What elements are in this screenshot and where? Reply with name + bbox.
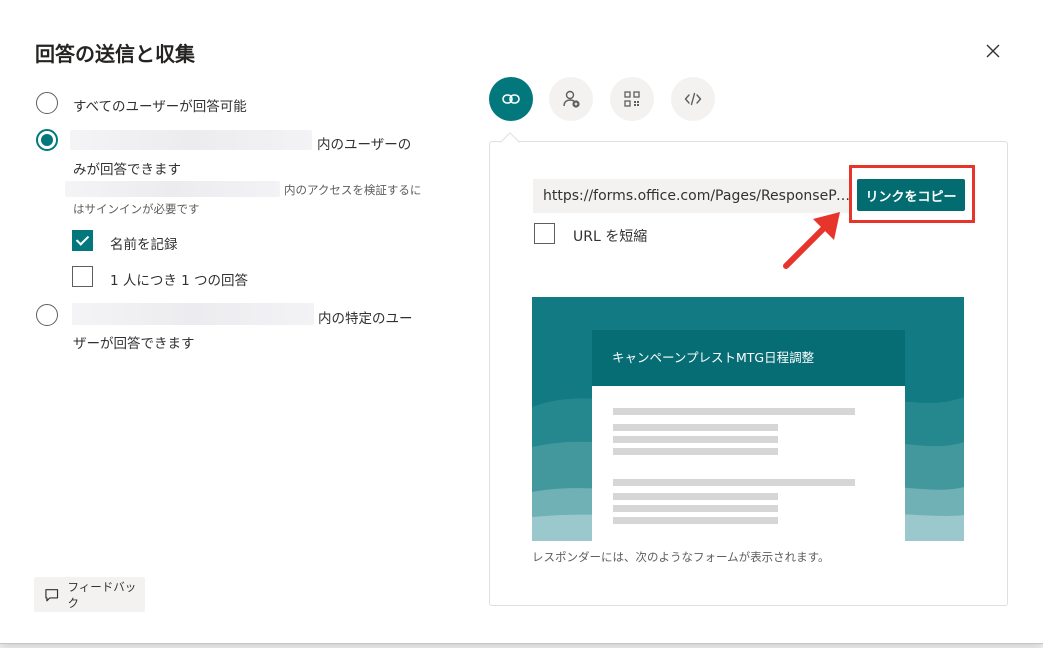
close-icon: [986, 44, 1000, 58]
preview-line: [613, 517, 778, 524]
radio-anyone[interactable]: [36, 92, 58, 114]
copy-link-button[interactable]: リンクをコピー: [857, 179, 965, 211]
share-dialog: 回答の送信と収集 すべてのユーザーが回答可能 内のユーザーの みが回答できます …: [0, 0, 1043, 644]
code-icon: [684, 92, 702, 106]
preview-line: [613, 436, 778, 443]
one-response-checkbox[interactable]: [72, 266, 93, 287]
tab-qr-code[interactable]: [610, 77, 654, 121]
tab-invite[interactable]: [549, 77, 593, 121]
comment-icon: [45, 588, 59, 601]
radio-org-only-label-cont: みが回答できます: [73, 162, 181, 178]
qr-code-icon: [624, 91, 640, 107]
dialog-title: 回答の送信と収集: [35, 42, 195, 66]
radio-specific-users-label: 内の特定のユー: [318, 311, 413, 327]
shorten-url-checkbox[interactable]: [534, 223, 555, 244]
preview-line: [613, 408, 855, 415]
feedback-label: フィードバック: [67, 579, 137, 610]
preview-line: [613, 493, 778, 500]
record-name-checkbox[interactable]: [72, 230, 93, 251]
redacted-org-name: [70, 130, 312, 150]
preview-line: [613, 424, 778, 431]
radio-specific-users[interactable]: [36, 304, 58, 326]
preview-form-title: キャンペーンプレストMTG日程調整: [592, 330, 905, 386]
radio-specific-users-label-cont: ザーが回答できます: [73, 336, 195, 352]
org-access-note-cont: はサインインが必要です: [73, 202, 200, 216]
radio-org-only[interactable]: [36, 129, 58, 151]
highlight-arrow-icon: [783, 212, 840, 269]
radio-anyone-label: すべてのユーザーが回答可能: [73, 99, 247, 115]
org-access-note: 内のアクセスを検証するに: [284, 183, 422, 197]
radio-org-only-label: 内のユーザーの: [317, 137, 412, 153]
redacted-org-name-specific: [72, 303, 314, 325]
shorten-url-label: URL を短縮: [573, 229, 648, 245]
preview-caption: レスポンダーには、次のようなフォームが表示されます。: [532, 550, 830, 564]
record-name-label: 名前を記録: [110, 237, 178, 253]
link-icon: [502, 94, 520, 104]
tab-embed[interactable]: [671, 77, 715, 121]
preview-form-card: キャンペーンプレストMTG日程調整: [592, 330, 905, 541]
person-add-icon: [563, 90, 580, 108]
preview-line: [613, 448, 778, 455]
feedback-button[interactable]: フィードバック: [34, 577, 145, 612]
close-button[interactable]: [982, 40, 1004, 62]
redacted-org-name-note: [65, 181, 280, 197]
tab-link[interactable]: [489, 77, 533, 121]
one-response-label: 1 人につき 1 つの回答: [110, 273, 249, 289]
preview-line: [613, 505, 778, 512]
preview-line: [613, 479, 855, 486]
form-preview: キャンペーンプレストMTG日程調整: [532, 297, 964, 541]
